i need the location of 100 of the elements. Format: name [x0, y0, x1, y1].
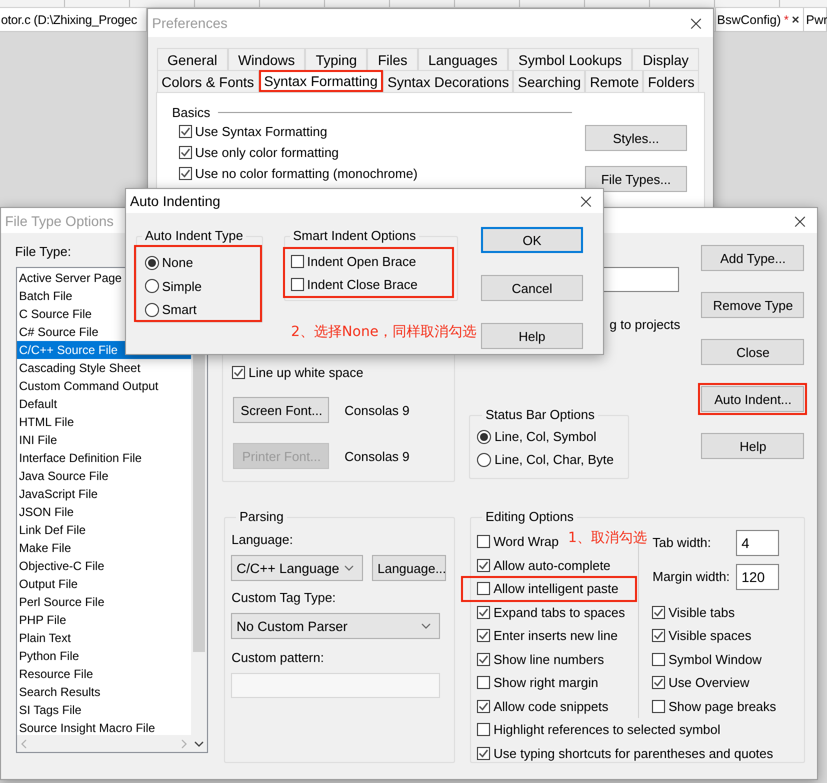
close-button[interactable]: Close	[701, 339, 804, 365]
editor-tab[interactable]: otor.c (D:\Zhixing_Progec	[0, 8, 147, 31]
editor-tab[interactable]: Pwr	[804, 8, 827, 31]
tag-type-dropdown[interactable]: No Custom Parser	[231, 613, 440, 639]
cancel-button[interactable]: Cancel	[481, 275, 583, 301]
list-item[interactable]: Plain Text	[17, 629, 191, 647]
checkbox[interactable]: Visible spaces	[652, 624, 752, 648]
checkbox[interactable]: Use only color formatting	[179, 142, 339, 163]
checkmark-icon	[478, 630, 490, 642]
tab[interactable]: Typing	[305, 48, 368, 70]
checkbox[interactable]: Visible tabs	[652, 600, 735, 624]
checkbox[interactable]: Word Wrap	[477, 530, 559, 554]
list-item[interactable]: Cascading Style Sheet	[17, 359, 191, 377]
checkbox[interactable]: Enter inserts new line	[477, 624, 618, 648]
list-item[interactable]: Output File	[17, 575, 191, 593]
list-item[interactable]: Java Source File	[17, 467, 191, 485]
list-item[interactable]: Resource File	[17, 665, 191, 683]
radio-button[interactable]: None	[145, 251, 194, 274]
close-button[interactable]: ×	[792, 12, 800, 27]
field-label: Margin width:	[652, 568, 731, 586]
font-value: Consolas 9	[344, 403, 410, 418]
tab[interactable]: General	[157, 48, 228, 70]
radio-indicator[interactable]	[477, 452, 492, 466]
help-button[interactable]: Help	[481, 323, 583, 349]
close-button[interactable]: ×	[679, 13, 713, 33]
list-item[interactable]: HTML File	[17, 413, 191, 431]
auto-indent-button[interactable]: Auto Indent...	[701, 386, 804, 412]
checkbox[interactable]: Show right margin	[477, 671, 598, 694]
styles-button[interactable]: Styles...	[585, 125, 687, 151]
list-item[interactable]: Make File	[17, 539, 191, 557]
group-title: Smart Indent Options	[292, 228, 417, 244]
list-item[interactable]: PHP File	[17, 611, 191, 629]
group-title: Parsing	[238, 509, 285, 525]
chevron-down-icon[interactable]	[194, 740, 204, 746]
checkmark-icon	[478, 560, 490, 571]
list-item[interactable]: Perl Source File	[17, 593, 191, 611]
checkbox[interactable]: Allow intelligent paste	[477, 578, 619, 600]
close-button[interactable]: ×	[569, 191, 603, 211]
radio-button[interactable]: Line, Col, Symbol	[477, 425, 596, 448]
checkbox[interactable]: Use Overview	[652, 671, 750, 694]
group-title: Auto Indent Type	[144, 228, 244, 244]
tab[interactable]: Languages	[418, 48, 508, 70]
ok-button[interactable]: OK	[481, 227, 583, 253]
tab[interactable]: Windows	[228, 48, 306, 70]
tab[interactable]: Colors & Fonts	[157, 70, 259, 92]
help-button[interactable]: Help	[701, 433, 804, 459]
checkbox[interactable]: Indent Open Brace	[291, 250, 416, 273]
tab[interactable]: Files	[367, 48, 418, 70]
tab[interactable]: Syntax Decorations	[383, 70, 514, 92]
radio-button[interactable]: Smart	[145, 298, 197, 322]
checkbox[interactable]: Use typing shortcuts for parentheses and quotes	[477, 742, 774, 765]
checkbox[interactable]: Use no color formatting (monochrome)	[179, 163, 418, 184]
list-item[interactable]: Custom Command Output	[17, 377, 191, 395]
window-title: File Type Options	[5, 212, 114, 228]
checkbox[interactable]: Show page breaks	[652, 694, 776, 718]
checkbox[interactable]: Use Syntax Formatting	[179, 121, 328, 142]
checkbox[interactable]: Allow auto-complete	[477, 554, 611, 577]
checkmark-icon	[180, 126, 191, 137]
list-item[interactable]: SI Tags File	[17, 701, 191, 719]
checkbox[interactable]: Expand tabs to spaces	[477, 600, 626, 624]
tab[interactable]: Remote	[585, 70, 644, 92]
radio-button[interactable]: Simple	[145, 274, 202, 298]
list-item[interactable]: Search Results	[17, 683, 191, 701]
modified-mark: *	[784, 12, 789, 26]
radio-indicator[interactable]	[477, 430, 492, 444]
list-item[interactable]: INI File	[17, 431, 191, 449]
radio-indicator[interactable]	[145, 279, 159, 294]
checkbox[interactable]: Allow code snippets	[477, 694, 608, 718]
tab[interactable]: Display	[632, 48, 700, 70]
radio-indicator[interactable]	[145, 302, 159, 317]
file-types-button[interactable]: File Types...	[585, 166, 687, 192]
input-field[interactable]	[604, 267, 680, 292]
add-type-button[interactable]: Add Type...	[701, 245, 804, 271]
language-dropdown[interactable]: C/C++ Language	[231, 555, 364, 581]
language-button[interactable]: Language...	[372, 555, 446, 581]
checkbox[interactable]: Show line numbers	[477, 648, 604, 671]
remove-type-button[interactable]: Remove Type	[701, 292, 804, 318]
list-item[interactable]: Objective-C File	[17, 557, 191, 575]
close-button[interactable]: ×	[783, 210, 817, 230]
list-item[interactable]: JavaScript File	[17, 485, 191, 503]
font-button[interactable]: Screen Font...	[233, 397, 330, 423]
checkbox[interactable]: Highlight references to selected symbol	[477, 718, 720, 742]
checkbox[interactable]: Line up white space	[232, 363, 364, 381]
input-field[interactable]: 120	[736, 564, 780, 590]
list-item[interactable]: JSON File	[17, 503, 191, 521]
radio-button[interactable]: Line, Col, Char, Byte	[477, 448, 614, 471]
input-field[interactable]: 4	[736, 530, 780, 556]
list-item[interactable]: Interface Definition File	[17, 449, 191, 467]
list-item[interactable]: Python File	[17, 647, 191, 665]
tab[interactable]: Symbol Lookups	[508, 48, 632, 70]
editor-tab[interactable]: BswConfig) * ×	[715, 8, 804, 31]
radio-indicator[interactable]	[145, 256, 159, 270]
tab[interactable]: Syntax Formatting	[258, 70, 384, 92]
checkbox[interactable]: Indent Close Brace	[291, 273, 418, 296]
list-item[interactable]: Source Insight Macro File	[17, 719, 191, 735]
checkbox[interactable]: Symbol Window	[652, 648, 762, 671]
list-item[interactable]: Default	[17, 395, 191, 413]
tab[interactable]: Searching	[513, 70, 586, 92]
list-item[interactable]: Link Def File	[17, 521, 191, 539]
tab[interactable]: Folders	[643, 70, 699, 92]
